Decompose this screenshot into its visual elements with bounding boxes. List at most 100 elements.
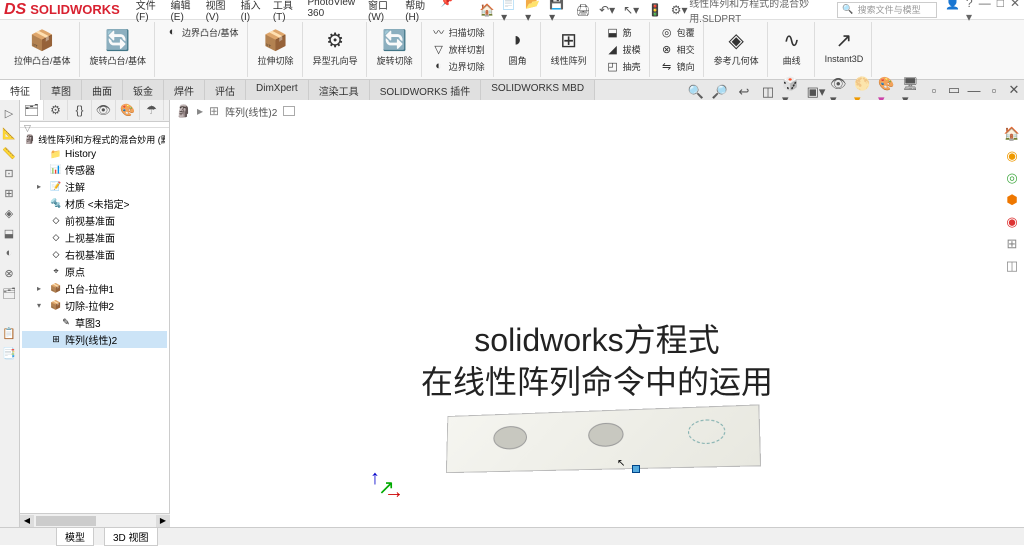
tab-mbd[interactable]: SOLIDWORKS MBD: [481, 80, 595, 100]
ref-geom-button[interactable]: ◈ 参考几何体: [712, 24, 761, 69]
tab-sketch[interactable]: 草图: [41, 80, 82, 100]
lt-icon-8[interactable]: ◐: [0, 244, 18, 262]
intersect-button[interactable]: ⊗相交: [658, 41, 697, 57]
lt-icon-7[interactable]: ⬓: [0, 224, 18, 242]
print-icon[interactable]: 🖨: [573, 1, 593, 19]
lt-icon-1[interactable]: ▷: [0, 104, 18, 122]
revolve-boss-button[interactable]: 🔄 旋转凸台/基体: [88, 24, 149, 69]
new-icon[interactable]: 📄▾: [501, 1, 521, 19]
bc-box-icon[interactable]: [283, 106, 295, 116]
menu-help[interactable]: 帮助(H): [401, 0, 435, 25]
maximize-icon[interactable]: □: [997, 0, 1004, 24]
lt-icon-9[interactable]: ⊗: [0, 264, 18, 282]
status-tab-model[interactable]: 模型: [56, 527, 94, 546]
menu-view[interactable]: 视图(V): [202, 0, 235, 25]
section-view-icon[interactable]: ◫: [758, 82, 778, 102]
tree-toggle-icon[interactable]: ▸: [37, 284, 47, 293]
menu-window[interactable]: 窗口(W): [364, 0, 399, 25]
zoom-fit-icon[interactable]: 🔍: [686, 82, 706, 102]
tree-item-11[interactable]: ⊞阵列(线性)2: [22, 331, 167, 348]
3d-model[interactable]: ↖: [437, 410, 757, 470]
appearance-icon[interactable]: 🌕▾: [854, 82, 874, 102]
rt-green-icon[interactable]: ◎: [1002, 168, 1022, 188]
tree-item-3[interactable]: 🔩材质 <未指定>: [22, 195, 167, 212]
doc-min-icon[interactable]: ▫: [924, 80, 944, 100]
tree-tab-config-icon[interactable]: ⚙: [44, 100, 68, 120]
model-hole-1[interactable]: [493, 426, 527, 450]
tree-scrollbar[interactable]: ◀ ▶: [20, 513, 170, 527]
rt-red-icon[interactable]: ◉: [1002, 212, 1022, 232]
menu-photoview[interactable]: PhotoView 360: [304, 0, 363, 25]
tree-item-5[interactable]: ◇上视基准面: [22, 229, 167, 246]
previous-view-icon[interactable]: ↩: [734, 82, 754, 102]
minimize-icon[interactable]: —: [979, 0, 991, 24]
mirror-button[interactable]: ⇋镜向: [658, 58, 697, 74]
lt-icon-4[interactable]: ⊡: [0, 164, 18, 182]
tab-surface[interactable]: 曲面: [82, 80, 123, 100]
close-icon[interactable]: ✕: [1010, 0, 1020, 24]
doc-max-icon[interactable]: ▭: [944, 80, 964, 100]
tree-item-4[interactable]: ◇前视基准面: [22, 212, 167, 229]
zoom-area-icon[interactable]: 🔎: [710, 82, 730, 102]
hole-wizard-button[interactable]: ⚙ 异型孔向导: [311, 24, 360, 69]
menu-edit[interactable]: 编辑(E): [166, 0, 199, 25]
tab-addins[interactable]: SOLIDWORKS 插件: [370, 80, 482, 100]
undo-icon[interactable]: ↶▾: [597, 1, 617, 19]
tree-item-7[interactable]: ⌖原点: [22, 263, 167, 280]
tree-item-10[interactable]: ✎草图3: [22, 314, 167, 331]
hide-show-icon[interactable]: 👁▾: [830, 82, 850, 102]
tab-weldment[interactable]: 焊件: [164, 80, 205, 100]
tab-render[interactable]: 渲染工具: [309, 80, 370, 100]
rt-panel-icon[interactable]: ◫: [1002, 256, 1022, 276]
home-icon[interactable]: 🏠: [477, 1, 497, 19]
rt-gold-icon[interactable]: ◉: [1002, 146, 1022, 166]
tree-item-0[interactable]: 📁History: [22, 147, 167, 161]
lt-icon-10[interactable]: 🗂: [0, 284, 18, 302]
tree-root[interactable]: 🗿 线性阵列和方程式的混合妙用 (默认<<默...: [22, 132, 167, 147]
selection-handle[interactable]: [632, 465, 640, 473]
tree-item-1[interactable]: 📊传感器: [22, 161, 167, 178]
menu-file[interactable]: 文件(F): [132, 0, 165, 25]
shell-button[interactable]: ◰抽壳: [604, 58, 643, 74]
tab-features[interactable]: 特征: [0, 80, 41, 100]
tree-toggle-icon[interactable]: ▸: [37, 182, 47, 191]
extrude-cut-button[interactable]: 📦 拉伸切除: [256, 24, 296, 69]
scroll-left-icon[interactable]: ◀: [20, 515, 34, 527]
tab-dimxpert[interactable]: DimXpert: [246, 80, 309, 100]
tree-tab-appearance-icon[interactable]: 🎨: [116, 100, 140, 120]
swept-cut-button[interactable]: 〰扫描切除: [430, 24, 487, 40]
user-icon[interactable]: 👤: [945, 0, 960, 24]
tab-evaluate[interactable]: 评估: [205, 80, 246, 100]
view-orientation-icon[interactable]: 🎲▾: [782, 82, 802, 102]
model-block[interactable]: [446, 404, 761, 473]
help-icon[interactable]: ?▾: [966, 0, 973, 24]
scroll-right-icon[interactable]: ▶: [156, 515, 170, 527]
bc-pattern-icon[interactable]: ⊞: [209, 104, 219, 118]
view-settings-icon[interactable]: 🖥▾: [902, 82, 922, 102]
menu-tools[interactable]: 工具(T): [269, 0, 302, 25]
rib-button[interactable]: ⬓筋: [604, 24, 643, 40]
doc-x-icon[interactable]: ✕: [1004, 80, 1024, 100]
save-icon[interactable]: 💾▾: [549, 1, 569, 19]
tree-toggle-icon[interactable]: ▾: [37, 301, 47, 310]
tree-item-8[interactable]: ▸📦凸台-拉伸1: [22, 280, 167, 297]
fillet-button[interactable]: ◗ 圆角: [502, 24, 534, 69]
open-icon[interactable]: 📂▾: [525, 1, 545, 19]
scene-icon[interactable]: 🎨▾: [878, 82, 898, 102]
select-icon[interactable]: ↖▾: [621, 1, 641, 19]
model-hole-2[interactable]: [588, 422, 623, 447]
curves-button[interactable]: ∿ 曲线: [776, 24, 808, 69]
instant3d-button[interactable]: ↗ Instant3D: [823, 24, 866, 66]
linear-pattern-button[interactable]: ⊞ 线性阵列: [549, 24, 589, 69]
tree-tab-property-icon[interactable]: {}: [68, 100, 92, 120]
scroll-thumb[interactable]: [36, 516, 96, 526]
tree-item-2[interactable]: ▸📝注解: [22, 178, 167, 195]
boundary-cut-button[interactable]: ◐边界切除: [430, 58, 487, 74]
bc-part-icon[interactable]: 🗿: [176, 104, 191, 118]
search-input[interactable]: 🔍 搜索文件与模型: [837, 2, 937, 18]
tree-tab-more-icon[interactable]: ☂: [140, 100, 164, 120]
boundary-boss-button[interactable]: ◐ 边界凸台/基体: [163, 24, 241, 40]
draft-button[interactable]: ◢拔模: [604, 41, 643, 57]
doc-close-icon[interactable]: ▫: [984, 80, 1004, 100]
breadcrumb-text[interactable]: 阵列(线性)2: [225, 104, 277, 119]
